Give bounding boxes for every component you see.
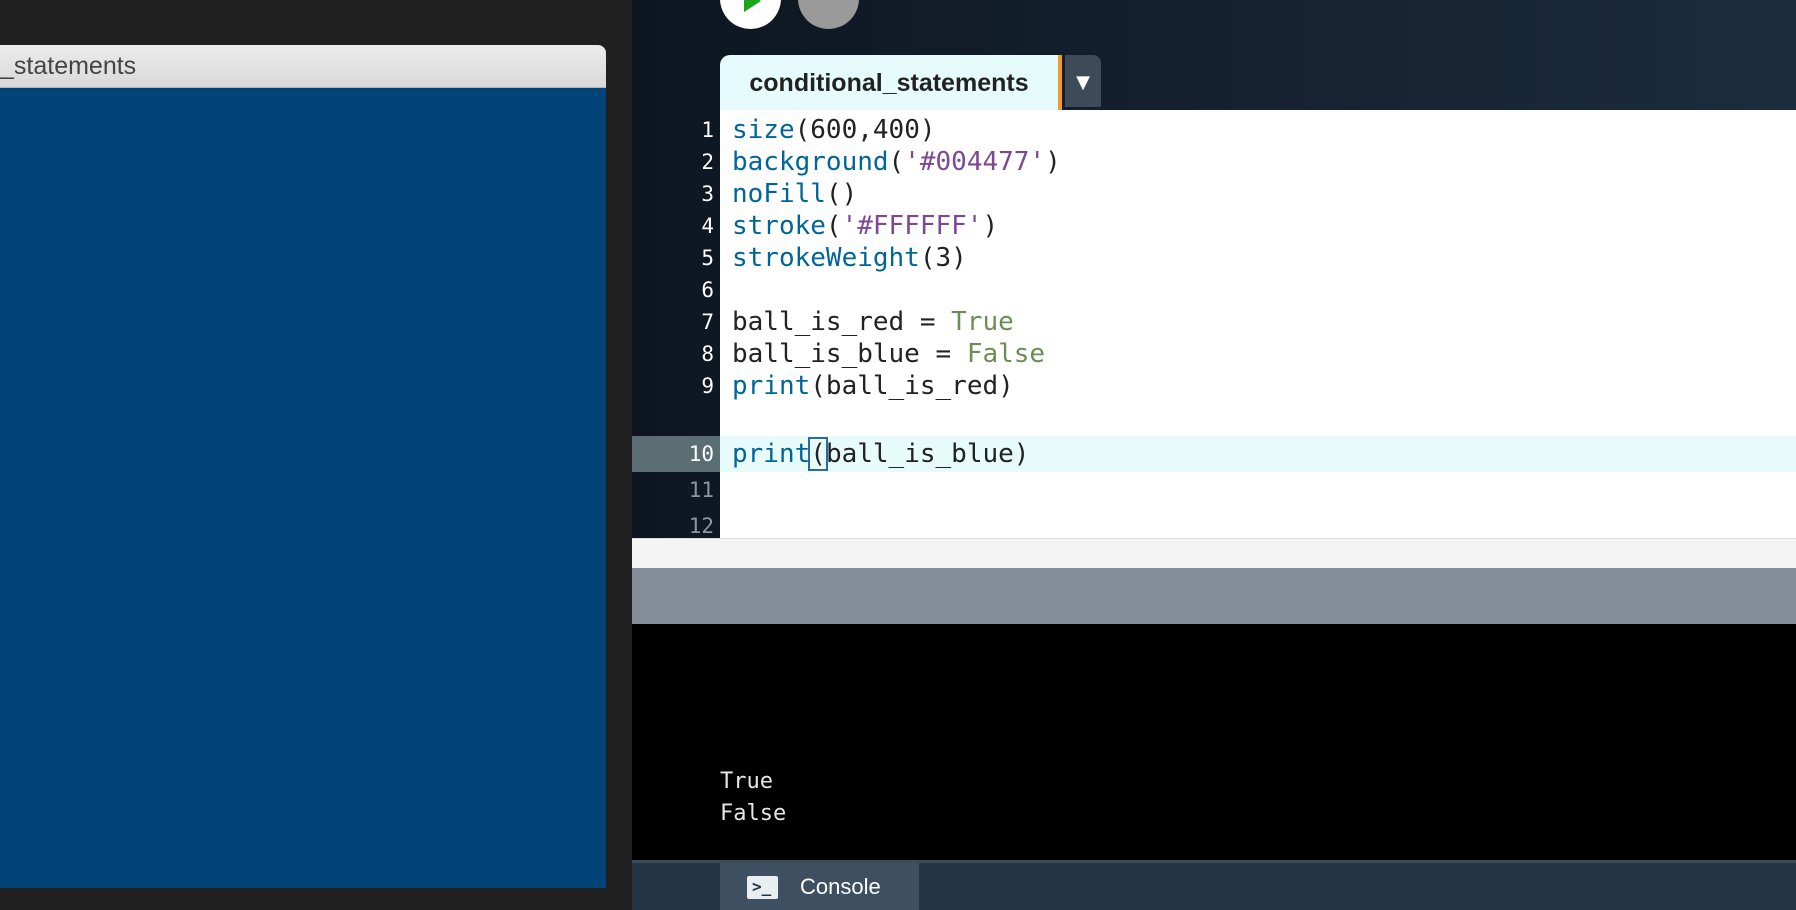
console-line: True bbox=[720, 769, 773, 794]
pane-divider[interactable] bbox=[632, 568, 1796, 624]
sketch-window: _statements bbox=[0, 0, 632, 910]
code-text: stroke('#FFFFFF') bbox=[732, 211, 999, 241]
code-line[interactable]: 3 noFill() bbox=[632, 176, 1796, 212]
line-number: 12 bbox=[688, 514, 714, 538]
console-output: True False bbox=[632, 624, 1796, 860]
sketch-canvas bbox=[0, 88, 606, 888]
run-button[interactable] bbox=[720, 0, 781, 29]
code-text: ball_is_red = True bbox=[732, 307, 1014, 337]
code-line[interactable]: 12 bbox=[632, 508, 1796, 538]
code-line[interactable]: 2 background('#004477') bbox=[632, 144, 1796, 180]
code-text: ball_is_blue = False bbox=[732, 339, 1046, 369]
line-number: 3 bbox=[701, 182, 714, 206]
code-text: strokeWeight(3) bbox=[732, 243, 967, 273]
editor-pane: conditional_statements ▼ 1 size(600,400)… bbox=[632, 0, 1796, 910]
tab-conditional-statements[interactable]: conditional_statements bbox=[720, 55, 1062, 110]
code-line[interactable]: 5 strokeWeight(3) bbox=[632, 240, 1796, 276]
line-number: 7 bbox=[701, 310, 714, 334]
line-number: 9 bbox=[701, 374, 714, 398]
code-editor[interactable]: 1 size(600,400) 2 background('#004477') … bbox=[632, 110, 1796, 538]
line-number: 11 bbox=[688, 478, 714, 502]
console-tab-label: Console bbox=[800, 874, 881, 899]
horizontal-scrollbar[interactable] bbox=[632, 538, 1796, 569]
line-number: 1 bbox=[701, 118, 714, 142]
code-line[interactable]: 8 ball_is_blue = False bbox=[632, 336, 1796, 372]
code-line[interactable]: 4 stroke('#FFFFFF') bbox=[632, 208, 1796, 244]
code-line[interactable]: 9 print(ball_is_red) bbox=[632, 368, 1796, 404]
line-number: 5 bbox=[701, 246, 714, 270]
code-line[interactable]: 1 size(600,400) bbox=[632, 112, 1796, 148]
code-line[interactable]: 6 bbox=[632, 272, 1796, 308]
code-text: noFill() bbox=[732, 179, 858, 209]
stop-button[interactable] bbox=[798, 0, 859, 29]
play-icon bbox=[744, 0, 761, 12]
line-number: 8 bbox=[701, 342, 714, 366]
line-number: 2 bbox=[701, 150, 714, 174]
code-text: print(ball_is_red) bbox=[732, 371, 1014, 401]
code-text: size(600,400) bbox=[732, 115, 936, 145]
console-line: False bbox=[720, 801, 787, 826]
console-tab-bar: >_ Console bbox=[632, 860, 1796, 910]
line-number: 10 bbox=[688, 442, 714, 466]
tab-dropdown-button[interactable]: ▼ bbox=[1065, 55, 1101, 107]
sketch-window-title[interactable]: _statements bbox=[0, 45, 606, 88]
line-number: 6 bbox=[701, 278, 714, 302]
code-line[interactable]: 11 bbox=[632, 472, 1796, 508]
code-text: background('#004477') bbox=[732, 147, 1061, 177]
line-number: 4 bbox=[701, 214, 714, 238]
code-line-active[interactable]: 10 print(ball_is_blue) bbox=[632, 436, 1796, 472]
tab-console[interactable]: >_ Console bbox=[720, 863, 919, 910]
code-text: print(ball_is_blue) bbox=[732, 437, 1030, 471]
terminal-icon: >_ bbox=[747, 876, 778, 899]
code-line[interactable]: 7 ball_is_red = True bbox=[632, 304, 1796, 340]
